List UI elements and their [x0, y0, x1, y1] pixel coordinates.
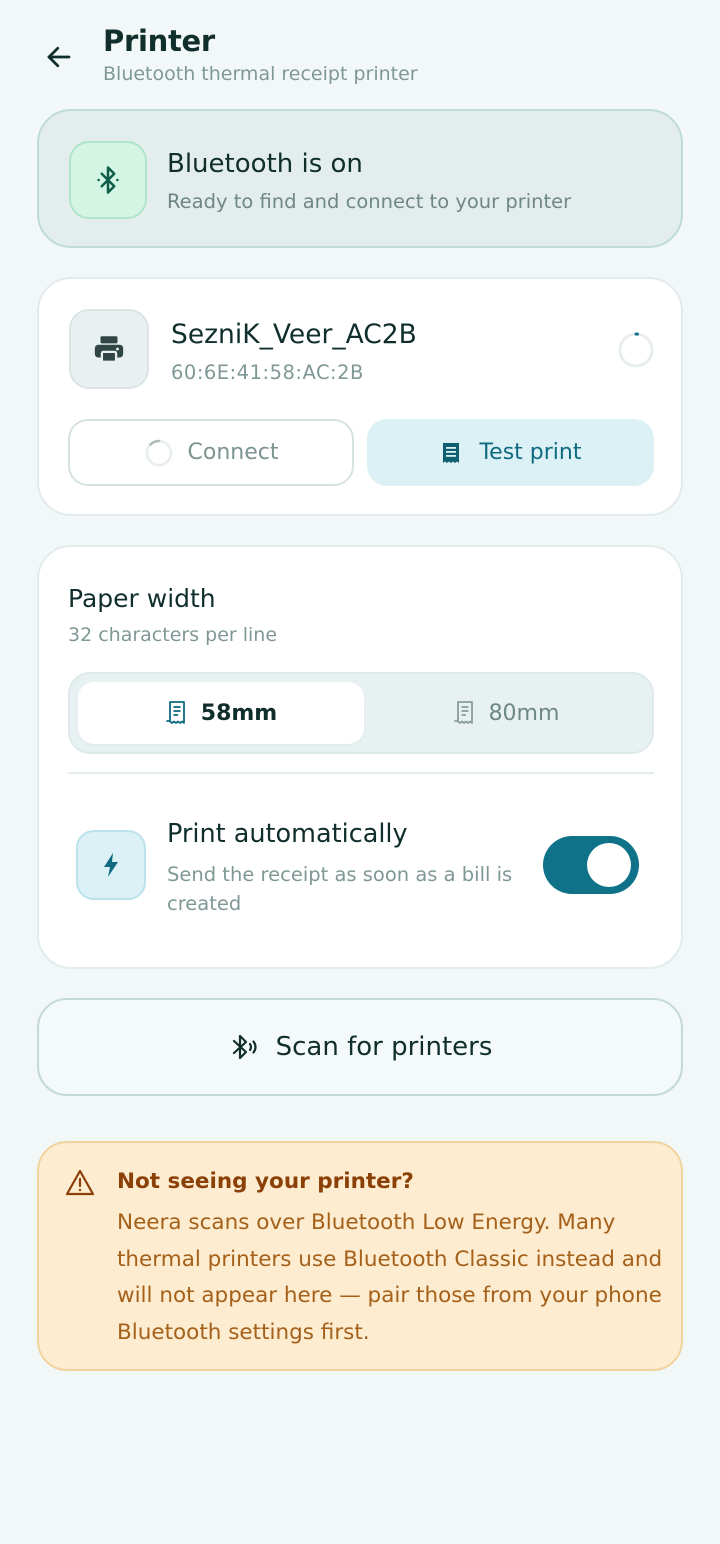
back-button[interactable] [36, 34, 82, 80]
paper-width-title: Paper width [68, 584, 216, 613]
device-mac-address: 60:6E:41:58:AC:2B [171, 361, 364, 384]
paper-width-80mm-option[interactable]: 80mm [364, 682, 648, 744]
page-subtitle: Bluetooth thermal receipt printer [103, 63, 418, 85]
printer-icon [94, 336, 124, 363]
printer-icon-container [69, 309, 149, 389]
lightning-icon [104, 853, 118, 877]
scan-for-printers-button[interactable]: Scan for printers [37, 998, 683, 1096]
receipt-icon [165, 701, 185, 724]
connect-button[interactable]: Connect [68, 419, 354, 486]
arrow-left-icon [47, 46, 71, 68]
paper-width-selector: 58mm 80mm [68, 672, 654, 754]
auto-print-icon-container [76, 830, 146, 900]
paper-width-subtitle: 32 characters per line [68, 624, 278, 646]
receipt-icon [453, 701, 473, 724]
test-print-label: Test print [479, 440, 582, 465]
paper-width-58mm-option[interactable]: 58mm [78, 682, 364, 744]
device-name: SezniK_Veer_AC2B [171, 319, 417, 350]
connect-button-label: Connect [187, 440, 279, 465]
bluetooth-icon [97, 166, 119, 194]
page-title: Printer [103, 24, 215, 58]
bluetooth-icon-container [69, 141, 147, 219]
receipt-icon [443, 442, 460, 463]
auto-print-subtitle: Send the receipt as soon as a bill is cr… [167, 863, 513, 915]
auto-print-toggle[interactable] [543, 836, 639, 894]
section-divider [68, 772, 654, 774]
loading-spinner-icon [618, 332, 654, 368]
warning-title: Not seeing your printer? [117, 1169, 414, 1194]
warning-triangle-icon [65, 1169, 95, 1196]
paper-width-80mm-label: 80mm [488, 700, 560, 726]
bluetooth-searching-icon [232, 1034, 257, 1060]
paper-width-58mm-label: 58mm [200, 700, 278, 726]
bluetooth-status-card: Bluetooth is on Ready to find and connec… [37, 109, 683, 248]
test-print-button[interactable]: Test print [367, 419, 654, 486]
warning-body: Neera scans over Bluetooth Low Energy. M… [117, 1210, 663, 1345]
loading-spinner-icon [145, 439, 172, 466]
scan-button-label: Scan for printers [275, 1032, 493, 1062]
printer-device-card: SezniK_Veer_AC2B 60:6E:41:58:AC:2B Conne… [37, 277, 683, 516]
printer-settings-card: Paper width 32 characters per line 58mm … [37, 545, 683, 969]
bluetooth-status-subtitle: Ready to find and connect to your printe… [167, 190, 572, 213]
bluetooth-status-title: Bluetooth is on [167, 149, 363, 179]
toggle-knob [587, 843, 631, 887]
printer-help-warning-card: Not seeing your printer? Neera scans ove… [37, 1141, 683, 1371]
auto-print-title: Print automatically [167, 819, 408, 849]
